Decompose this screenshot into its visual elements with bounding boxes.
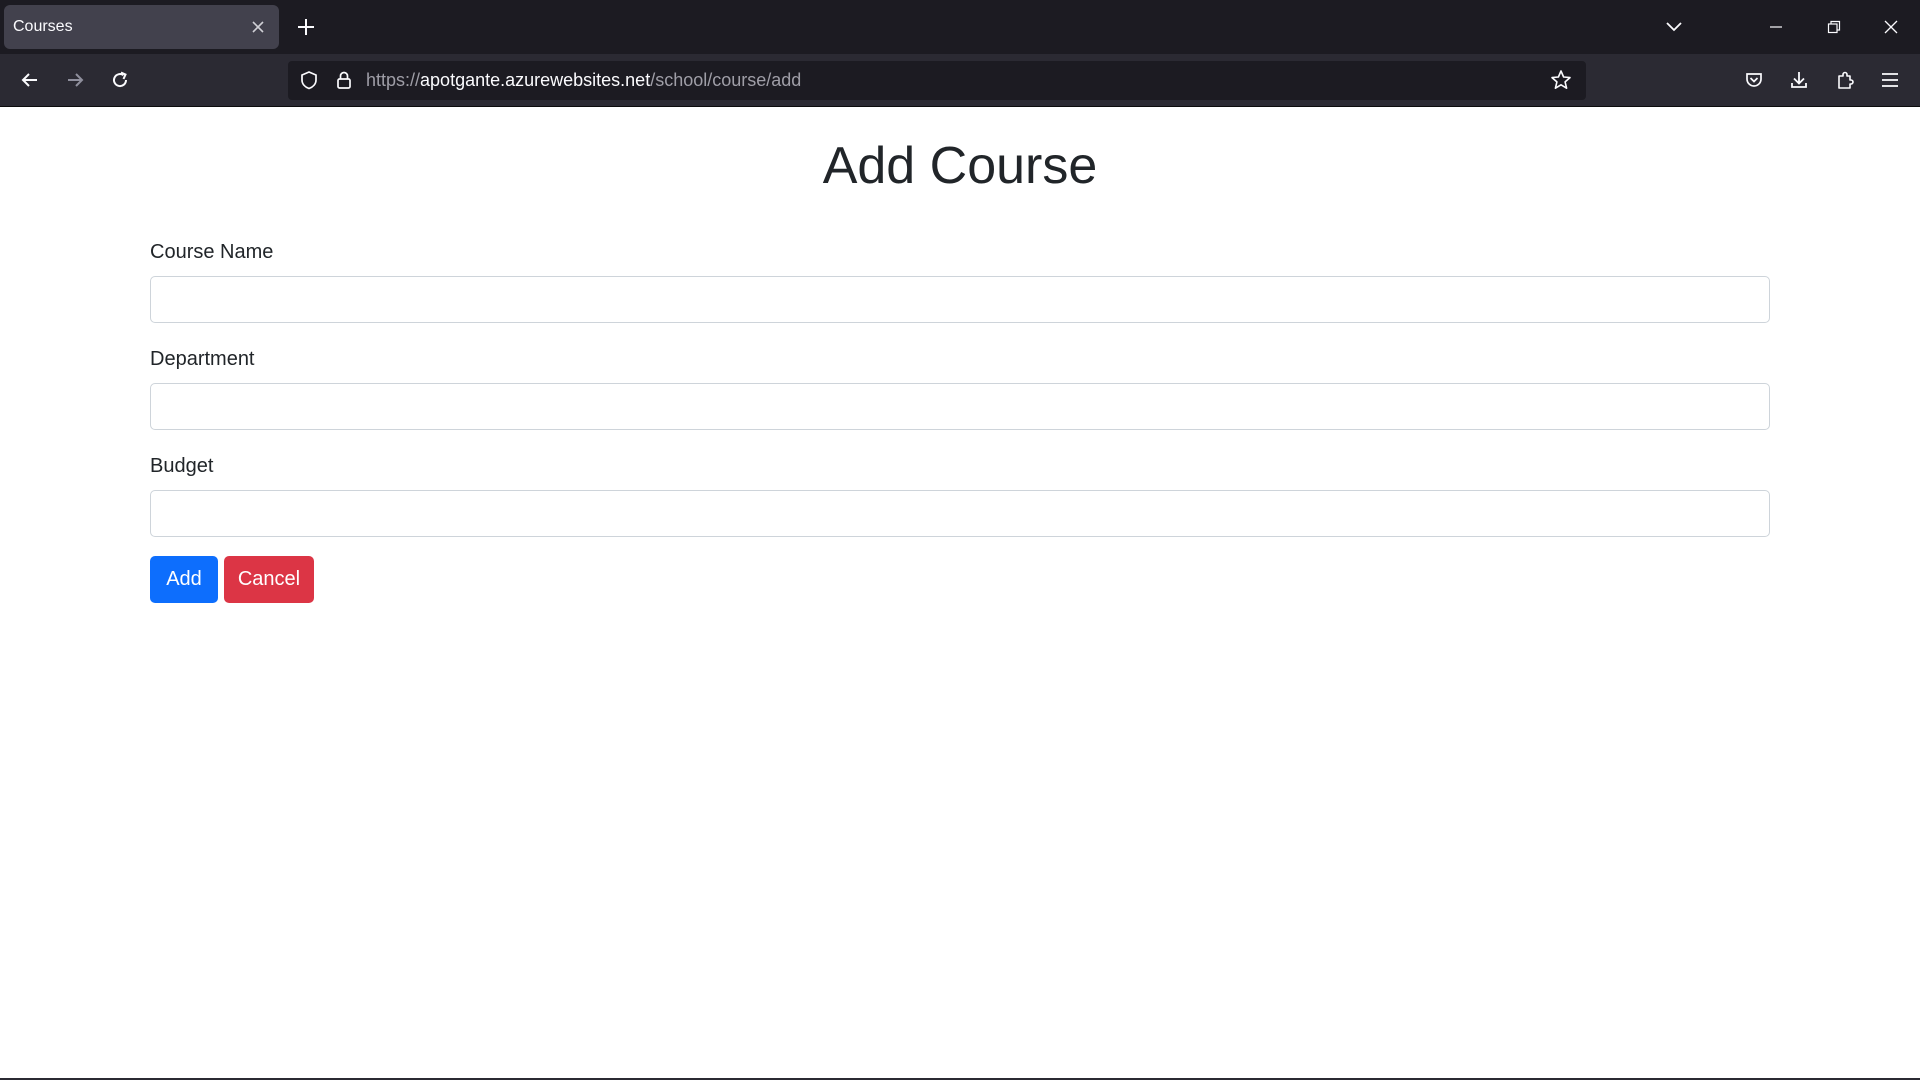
add-button[interactable]: Add xyxy=(150,556,218,603)
star-icon[interactable] xyxy=(1548,67,1574,93)
minimize-icon[interactable] xyxy=(1758,9,1794,45)
course-name-label: Course Name xyxy=(150,241,274,263)
download-icon[interactable] xyxy=(1781,62,1817,98)
restore-icon[interactable] xyxy=(1816,9,1852,45)
browser-tab-courses[interactable]: Courses xyxy=(4,5,279,49)
pocket-icon[interactable] xyxy=(1736,62,1772,98)
page-content: Add Course Course Name Department Budget… xyxy=(0,107,1920,1078)
shield-icon[interactable] xyxy=(296,67,322,93)
chevron-down-icon[interactable] xyxy=(1656,9,1692,45)
cancel-button[interactable]: Cancel xyxy=(224,556,314,603)
arrow-right-icon[interactable] xyxy=(57,62,93,98)
reload-icon[interactable] xyxy=(102,62,138,98)
close-icon[interactable] xyxy=(1873,9,1909,45)
budget-input[interactable] xyxy=(150,490,1770,537)
department-label: Department xyxy=(150,348,255,370)
course-name-input[interactable] xyxy=(150,276,1770,323)
page-title: Add Course xyxy=(822,137,1098,195)
url-scheme: https:// xyxy=(366,70,421,90)
url-bar[interactable]: https://apotgante.azurewebsites.net/scho… xyxy=(288,61,1586,100)
browser-tab-bar: Courses xyxy=(0,0,1920,54)
arrow-left-icon[interactable] xyxy=(12,62,48,98)
tab-title: Courses xyxy=(13,18,73,35)
lock-icon[interactable] xyxy=(331,67,357,93)
url-text[interactable]: https://apotgante.azurewebsites.net/scho… xyxy=(366,61,801,100)
url-host: apotgante.azurewebsites.net xyxy=(420,70,651,90)
url-path: /school/course/add xyxy=(650,70,802,90)
budget-label: Budget xyxy=(150,455,214,477)
department-input[interactable] xyxy=(150,383,1770,430)
puzzle-icon[interactable] xyxy=(1827,62,1863,98)
browser-nav-bar: https://apotgante.azurewebsites.net/scho… xyxy=(0,54,1920,106)
close-icon[interactable] xyxy=(243,12,273,42)
hamburger-menu-icon[interactable] xyxy=(1872,62,1908,98)
plus-icon[interactable] xyxy=(290,11,322,43)
